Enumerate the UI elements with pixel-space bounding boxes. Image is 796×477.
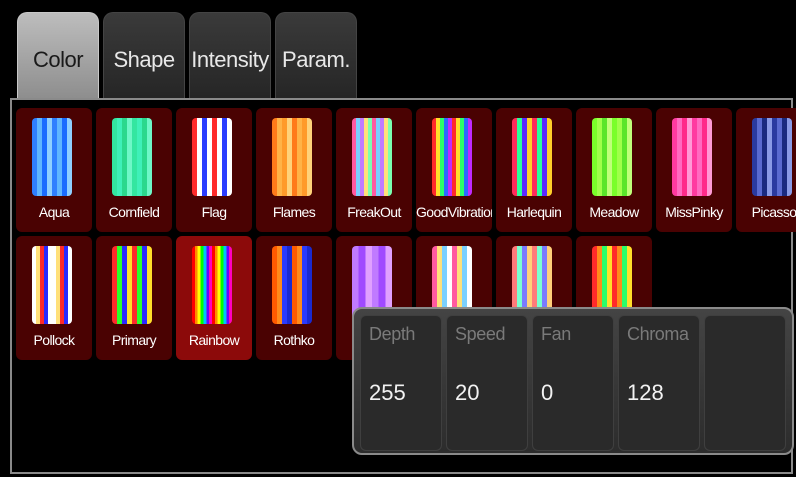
effect-label: Cornfield <box>108 204 160 220</box>
param-speed-value: 20 <box>455 380 480 405</box>
effect-tile-aqua[interactable]: Aqua <box>16 108 92 232</box>
effect-swatch <box>512 118 552 196</box>
param-fan[interactable]: Fan 0 <box>532 315 614 451</box>
effect-swatch <box>112 118 152 196</box>
effect-tile-pollock[interactable]: Pollock <box>16 236 92 360</box>
effect-label: Picasso <box>751 204 796 220</box>
param-speed[interactable]: Speed 20 <box>446 315 528 451</box>
effect-tile-rothko[interactable]: Rothko <box>256 236 332 360</box>
effect-label: FreakOut <box>347 204 401 220</box>
param-chroma-label: Chroma <box>627 324 689 344</box>
effect-swatch <box>192 118 232 196</box>
effect-tile-rainbow[interactable]: Rainbow <box>176 236 252 360</box>
effect-swatch <box>32 246 72 324</box>
tab-color[interactable]: Color <box>17 12 99 98</box>
effect-tile-misspinky[interactable]: MissPinky <box>656 108 732 232</box>
tab-shape[interactable]: Shape <box>103 12 185 98</box>
param-fan-label: Fan <box>541 324 571 344</box>
effect-swatch <box>432 118 472 196</box>
effect-swatch <box>672 118 712 196</box>
effect-swatch <box>272 246 312 324</box>
tab-bar: Color Shape Intensity Param. <box>0 0 796 100</box>
effect-tile-flag[interactable]: Flag <box>176 108 252 232</box>
tab-intensity[interactable]: Intensity <box>189 12 271 98</box>
param-chroma-value: 128 <box>627 380 664 405</box>
effect-swatch <box>592 118 632 196</box>
effect-tile-picasso[interactable]: Picasso <box>736 108 796 232</box>
effect-swatch <box>32 118 72 196</box>
effect-label: Primary <box>111 332 157 348</box>
effect-label: Meadow <box>589 204 639 220</box>
effect-swatch <box>352 118 392 196</box>
effect-label: MissPinky <box>665 204 723 220</box>
effect-label: Pollock <box>33 332 76 348</box>
param-speed-label: Speed <box>455 324 506 344</box>
effect-swatch <box>112 246 152 324</box>
effect-label: Rainbow <box>188 332 240 348</box>
effect-label: Flames <box>272 204 316 220</box>
effect-label: GoodVibrations <box>416 204 492 220</box>
effect-label: Flag <box>201 204 227 220</box>
effect-tile-goodvibrations[interactable]: GoodVibrations <box>416 108 492 232</box>
effect-tile-cornfield[interactable]: Cornfield <box>96 108 172 232</box>
effect-tile-primary[interactable]: Primary <box>96 236 172 360</box>
param-depth-value: 255 <box>369 380 406 405</box>
effect-tile-freakout[interactable]: FreakOut <box>336 108 412 232</box>
effect-tile-harlequin[interactable]: Harlequin <box>496 108 572 232</box>
effect-swatch <box>272 118 312 196</box>
parameter-popup: Depth 255 Speed 20 Fan 0 Chroma 128 <box>352 307 794 455</box>
effect-label: Aqua <box>38 204 70 220</box>
effect-label: Rothko <box>273 332 315 348</box>
param-fan-value: 0 <box>541 380 554 405</box>
tab-param[interactable]: Param. <box>275 12 357 98</box>
param-empty[interactable] <box>704 315 786 451</box>
effect-swatch <box>192 246 232 324</box>
effect-swatch <box>752 118 792 196</box>
param-depth-label: Depth <box>369 324 416 344</box>
param-depth[interactable]: Depth 255 <box>360 315 442 451</box>
effect-tile-meadow[interactable]: Meadow <box>576 108 652 232</box>
effect-editor: Color Shape Intensity Param. Aqua Cornfie… <box>0 0 796 477</box>
param-chroma[interactable]: Chroma 128 <box>618 315 700 451</box>
effect-tile-flames[interactable]: Flames <box>256 108 332 232</box>
effect-label: Harlequin <box>506 204 562 220</box>
